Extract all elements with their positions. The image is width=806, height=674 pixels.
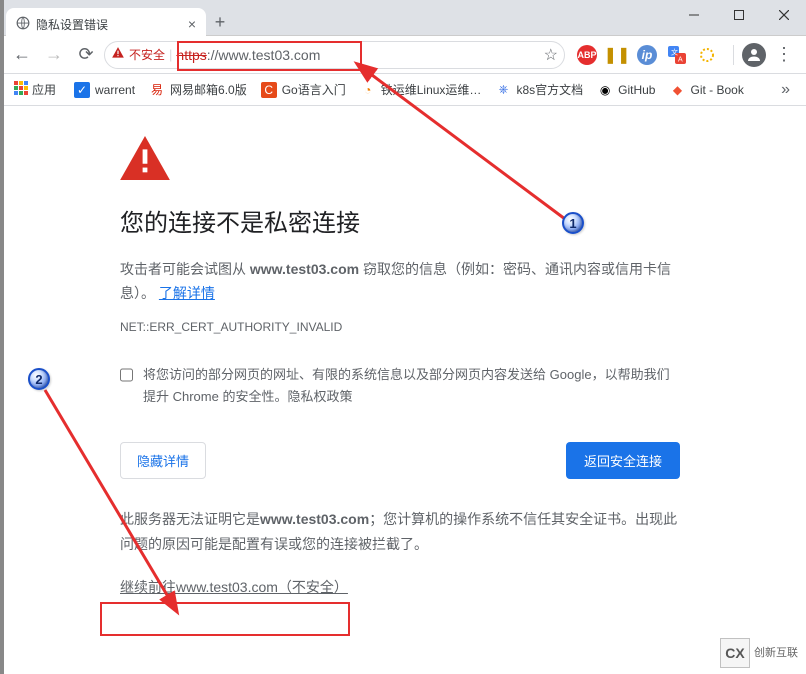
insecure-label: 不安全 [129,46,165,63]
reload-button[interactable]: ⟳ [72,41,100,69]
minimize-button[interactable] [671,0,716,30]
bookmark-favicon: C [261,82,277,98]
bookmark-label: 铁运维Linux运维… [381,81,482,98]
profile-avatar[interactable] [742,43,766,67]
bookmark-favicon: ✓ [74,82,90,98]
bookmark-item[interactable]: ◆ Git - Book [665,77,747,102]
action-row: 隐藏详情 返回安全连接 [120,442,680,479]
warning-triangle-icon [111,46,125,63]
lang-extension-icon[interactable] [697,45,717,65]
warning-description: 攻击者可能会试图从 www.test03.com 窃取您的信息（例如：密码、通讯… [120,258,680,306]
opt-in-row: 将您访问的部分网页的网址、有限的系统信息以及部分网页内容发送给 Google，以… [120,364,680,408]
extension-icons: ABP ❚❚ ip 文A [569,45,725,65]
bookmarks-bar: 应用 ✓ warrent 易网易邮箱6.0版 C Go语言入门 ◔ 铁运维Linux运维… ⎈… [0,74,806,106]
bookmark-label: Go语言入门 [282,81,346,98]
watermark-logo: CX [720,638,750,668]
svg-text:文: 文 [671,47,678,56]
security-badge[interactable]: 不安全 [111,46,165,63]
watermark: CX 创新互联 [720,636,800,670]
bookmark-label: k8s官方文档 [516,81,583,98]
url-rest: ://www.test03.com [207,47,321,63]
url-scheme: https [176,47,206,63]
adblock-extension-icon[interactable]: ABP [577,45,597,65]
chrome-menu-button[interactable]: ⋮ [770,41,798,69]
bookmark-favicon: ◆ [669,82,685,98]
bookmark-favicon: ◔ [360,82,376,98]
apps-button[interactable]: 应用 [8,77,62,102]
svg-text:A: A [678,56,683,63]
toolbar-divider [733,45,734,65]
watermark-text: 创新互联 [754,647,798,659]
address-bar[interactable]: 不安全 | https://www.test03.com ☆ [104,41,565,69]
bookmark-item[interactable]: 易网易邮箱6.0版 [145,77,251,102]
proceed-unsafe-link[interactable]: 继续前往www.test03.com（不安全） [120,577,348,597]
forward-button[interactable]: → [40,41,68,69]
bookmark-favicon: 易 [149,82,165,98]
back-button[interactable]: ← [8,41,36,69]
maximize-button[interactable] [716,0,761,30]
translate-extension-icon[interactable]: 文A [667,45,687,65]
privacy-policy-link[interactable]: 隐私权政策 [287,389,352,404]
toolbar: ← → ⟳ 不安全 | https://www.test03.com ☆ ABP… [0,36,806,74]
back-to-safety-button[interactable]: 返回安全连接 [566,442,680,479]
browser-tab[interactable]: 隐私设置错误 × [6,8,206,40]
bookmark-item[interactable]: C Go语言入门 [257,77,350,102]
opt-in-info-link[interactable]: 您访问的部分网页的网址、有限的系统信息以及部分网页内容 [156,367,507,382]
bookmark-label: 网易邮箱6.0版 [170,81,247,98]
window-controls [671,0,806,30]
tab-title: 隐私设置错误 [36,16,182,33]
apps-grid-icon [14,81,28,98]
learn-more-link[interactable]: 了解详情 [159,285,215,301]
pause-extension-icon[interactable]: ❚❚ [607,45,627,65]
url-text: https://www.test03.com [176,47,539,63]
close-window-button[interactable] [761,0,806,30]
bookmark-item[interactable]: ⎈ k8s官方文档 [491,77,587,102]
bookmark-favicon: ⎈ [495,82,511,98]
hide-details-button[interactable]: 隐藏详情 [120,442,206,479]
close-tab-icon[interactable]: × [188,16,196,32]
bookmark-item[interactable]: ✓ warrent [70,77,139,102]
page-heading: 您的连接不是私密连接 [120,203,756,238]
explanation-text: 此服务器无法证明它是www.test03.com；您计算机的操作系统不信任其安全… [120,507,680,557]
window-titlebar: 隐私设置错误 × + [0,0,806,36]
bookmark-star-icon[interactable]: ☆ [544,45,558,65]
bookmark-item[interactable]: ◉ GitHub [593,77,659,102]
apps-label: 应用 [32,81,56,98]
bookmark-label: Git - Book [690,83,743,97]
bookmark-label: GitHub [618,83,655,97]
tab-strip: 隐私设置错误 × + [0,0,671,36]
bookmarks-overflow-button[interactable]: » [773,81,798,99]
error-code: NET::ERR_CERT_AUTHORITY_INVALID [120,320,756,334]
warning-icon [120,136,756,183]
ip-extension-icon[interactable]: ip [637,45,657,65]
globe-icon [16,16,30,33]
bookmark-label: warrent [95,83,135,97]
bookmark-favicon: ◉ [597,82,613,98]
bookmark-item[interactable]: ◔ 铁运维Linux运维… [356,77,486,102]
new-tab-button[interactable]: + [206,8,234,36]
page-content: 您的连接不是私密连接 攻击者可能会试图从 www.test03.com 窃取您的… [0,106,806,674]
opt-in-checkbox[interactable] [120,368,133,382]
